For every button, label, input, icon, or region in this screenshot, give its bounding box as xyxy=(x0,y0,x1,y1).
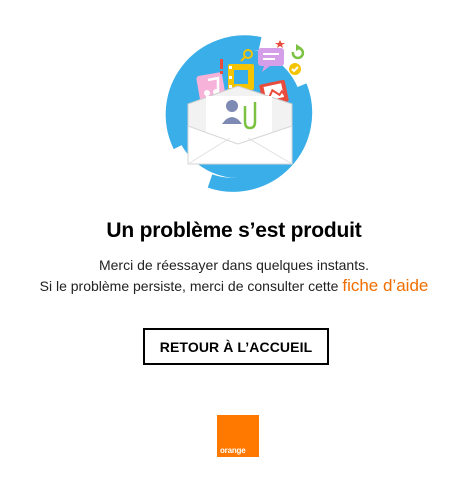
logo-text: orange xyxy=(220,446,246,455)
page-title: Un problème s’est produit xyxy=(106,219,362,242)
check-icon xyxy=(289,63,301,75)
help-link[interactable]: fiche d’aide xyxy=(342,276,428,295)
persist-message: Si le problème persiste, merci de consul… xyxy=(0,276,468,296)
retry-message: Merci de réessayer dans quelques instant… xyxy=(98,257,370,273)
refresh-icon xyxy=(291,44,305,60)
persist-message-text: Si le problème persiste, merci de consul… xyxy=(39,278,339,294)
home-button[interactable]: RETOUR À L’ACCUEIL xyxy=(143,328,329,365)
star-small-icon xyxy=(275,40,285,48)
exclamation-icon xyxy=(220,59,223,74)
orange-logo[interactable]: orange xyxy=(217,415,259,457)
error-illustration xyxy=(165,35,313,192)
film-icon xyxy=(228,64,254,90)
